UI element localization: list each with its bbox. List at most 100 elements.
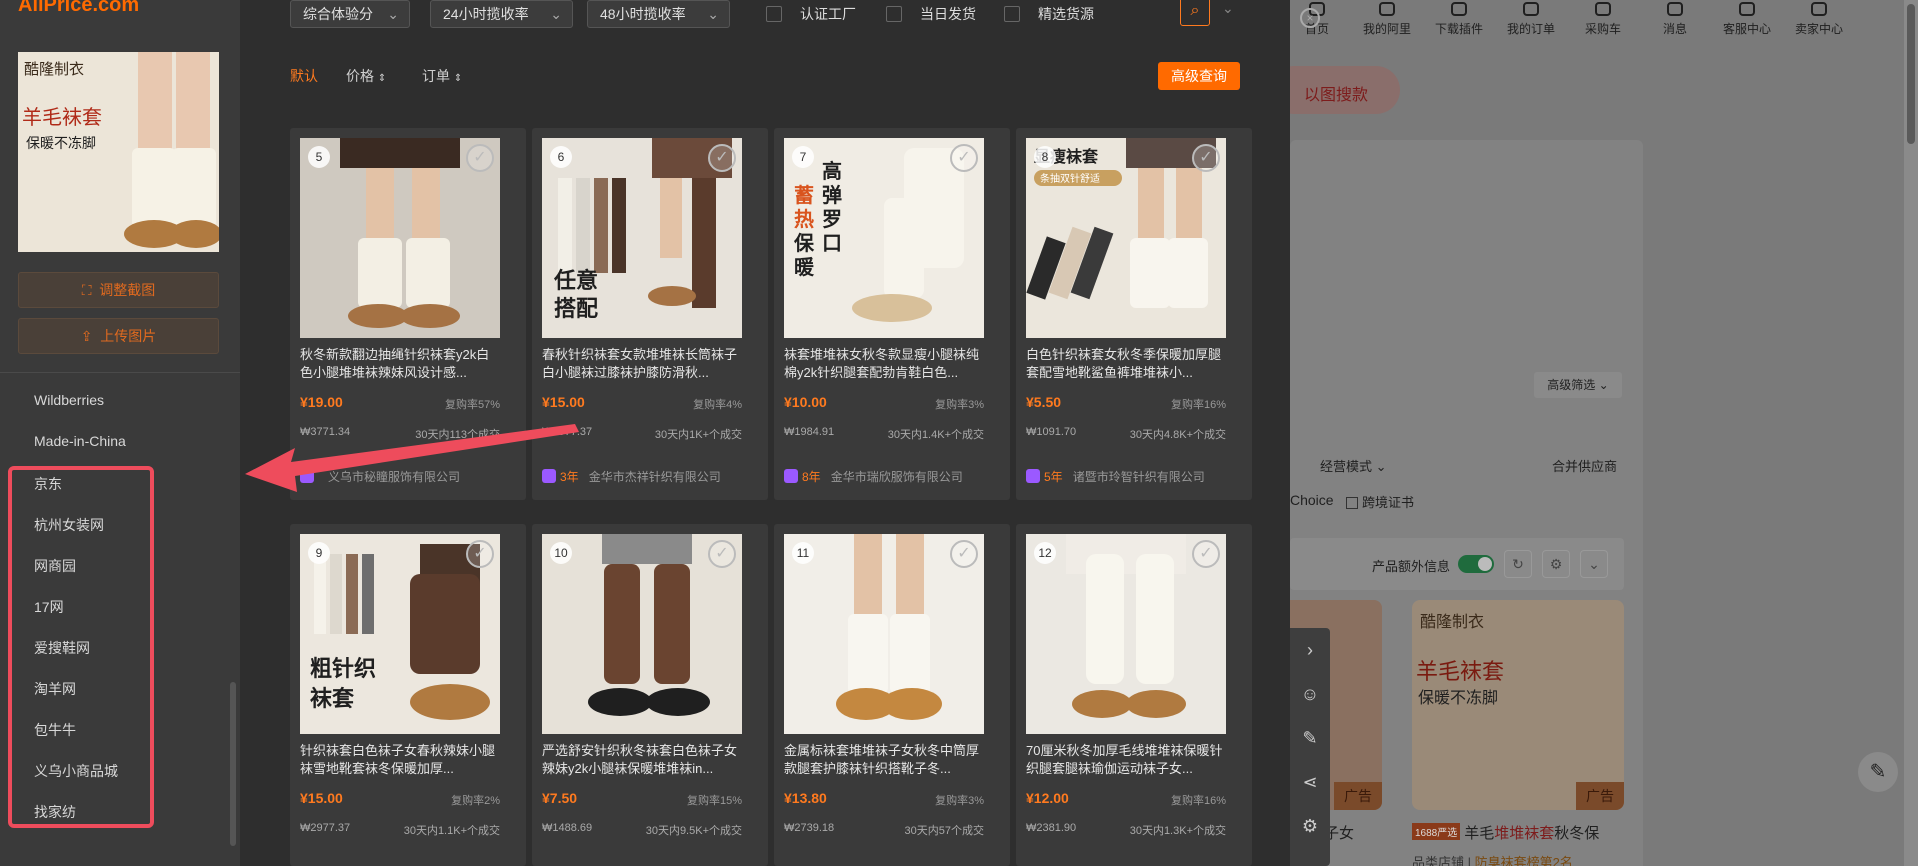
product-title[interactable]: 严选舒安针织秋冬袜套白色袜子女辣妹y2k小腿袜保暖堆堆袜in... bbox=[542, 742, 742, 778]
product-card[interactable]: 12 ✓ 70厘米秋冬加厚毛线堆堆袜保暖针织腿套腿袜瑜伽运动袜子女... ¥12… bbox=[1016, 524, 1252, 866]
choice-label: Choice bbox=[1290, 492, 1334, 508]
shop-line[interactable]: 8年 金华市瑞欣服饰有限公司 bbox=[784, 468, 963, 485]
nav-messages[interactable]: 消息 bbox=[1640, 0, 1710, 37]
product-image[interactable]: 粗针织 袜套 9 ✓ bbox=[300, 534, 500, 734]
select-check-icon[interactable]: ✓ bbox=[466, 540, 494, 568]
nav-my-orders[interactable]: 我的订单 bbox=[1496, 0, 1566, 37]
advanced-search-button[interactable]: 高级查询 bbox=[1158, 62, 1240, 90]
search-icon[interactable]: ⌕ bbox=[1180, 0, 1210, 26]
product-title[interactable]: 春秋针织袜套女款堆堆袜长筒袜子白小腿袜过膝袜护膝防滑秋... bbox=[542, 346, 742, 382]
product-price: ¥12.00 bbox=[1026, 790, 1069, 806]
image-text: 任意 bbox=[553, 268, 598, 294]
adjust-crop-button[interactable]: ⛶ 调整截图 bbox=[18, 272, 219, 308]
shop-line[interactable]: 5年 诸暨市玲智针织有限公司 bbox=[1026, 468, 1205, 485]
nav-label: 客服中心 bbox=[1722, 22, 1771, 36]
upload-image-button[interactable]: ⇪ 上传图片 bbox=[18, 318, 219, 354]
nav-my-alibaba[interactable]: 我的阿里 bbox=[1352, 0, 1422, 37]
product-card[interactable]: 显瘦袜套 条抽双针舒适 8 ✓ 白色针织袜套女秋冬季保暖加厚腿套配雪地靴鲨鱼裤堆… bbox=[1016, 128, 1252, 500]
image-search-button[interactable]: 以图搜款 bbox=[1290, 66, 1400, 114]
product-image[interactable]: 任意 搭配 6 ✓ bbox=[542, 138, 742, 338]
sameday-checkbox[interactable]: 当日发货 bbox=[886, 4, 976, 24]
product-card[interactable]: 10 ✓ 严选舒安针织秋冬袜套白色袜子女辣妹y2k小腿袜保暖堆堆袜in... ¥… bbox=[532, 524, 768, 866]
product-title[interactable]: 金属标袜套堆堆袜子女秋冬中筒厚款腿套护膝袜针织搭靴子冬... bbox=[784, 742, 984, 778]
checkbox[interactable] bbox=[1346, 497, 1358, 509]
select-check-icon[interactable]: ✓ bbox=[708, 540, 736, 568]
site-item[interactable]: Made-in-China bbox=[34, 433, 126, 449]
nav-seller[interactable]: 卖家中心 bbox=[1784, 0, 1854, 37]
chat-icon[interactable]: ☺ bbox=[1290, 672, 1330, 716]
sort-select[interactable]: 综合体验分 ⌄ bbox=[290, 0, 410, 28]
bg-product-image[interactable]: 酷隆制衣 羊毛袜套 保暖不冻脚 广告 bbox=[1412, 600, 1624, 810]
product-image[interactable]: 5 ✓ bbox=[300, 138, 500, 338]
title-text: 羊毛 bbox=[1464, 825, 1495, 842]
checkbox[interactable] bbox=[766, 6, 782, 22]
result-index: 9 bbox=[308, 542, 330, 564]
refresh-icon[interactable]: ↻ bbox=[1504, 550, 1532, 578]
image-text: 保 bbox=[793, 231, 815, 255]
product-card[interactable]: 粗针织 袜套 9 ✓ 针织袜套白色袜子女春秋辣妹小腿袜雪地靴套袜冬保暖加厚...… bbox=[290, 524, 526, 866]
product-image[interactable]: 11 ✓ bbox=[784, 534, 984, 734]
sidebar-scrollbar[interactable] bbox=[230, 682, 236, 846]
select-check-icon[interactable]: ✓ bbox=[950, 144, 978, 172]
nav-download-plugin[interactable]: 下载插件 bbox=[1424, 0, 1494, 37]
shop-name: 诸暨市玲智针织有限公司 bbox=[1072, 470, 1205, 484]
chevron-down-icon[interactable]: ⌄ bbox=[1580, 550, 1608, 578]
checkbox-label: 认证工厂 bbox=[800, 6, 856, 22]
result-index: 8 bbox=[1034, 146, 1056, 168]
yanxuan-badge: 1688严选 bbox=[1412, 823, 1461, 840]
select-check-icon[interactable]: ✓ bbox=[466, 144, 494, 172]
product-image[interactable]: 10 ✓ bbox=[542, 534, 742, 734]
sort-price[interactable]: 价格 ⇕ bbox=[346, 66, 386, 86]
product-title[interactable]: 针织袜套白色袜子女春秋辣妹小腿袜雪地靴套袜冬保暖加厚... bbox=[300, 742, 500, 778]
select-check-icon[interactable]: ✓ bbox=[1192, 540, 1220, 568]
edit-icon[interactable]: ✎ bbox=[1290, 716, 1330, 760]
share-icon[interactable]: ⋖ bbox=[1290, 760, 1330, 804]
rate48-select[interactable]: 48小时揽收率 ⌄ bbox=[587, 0, 730, 28]
select-check-icon[interactable]: ✓ bbox=[1192, 144, 1220, 172]
extra-info-toggle[interactable] bbox=[1458, 555, 1494, 573]
select-check-icon[interactable]: ✓ bbox=[950, 540, 978, 568]
checkbox[interactable] bbox=[1004, 6, 1020, 22]
nav-label: 卖家中心 bbox=[1794, 22, 1843, 36]
product-image[interactable]: 12 ✓ bbox=[1026, 534, 1226, 734]
scrollbar-thumb[interactable] bbox=[1907, 4, 1915, 144]
logo-text: AliPrice.com bbox=[18, 0, 140, 16]
product-card[interactable]: 高 弹 罗 口 蓄 热 保 暖 7 ✓ 袜套堆堆袜女秋冬款显瘦小腿袜纯棉y2k针… bbox=[774, 128, 1010, 500]
product-title[interactable]: 袜套堆堆袜女秋冬款显瘦小腿袜纯棉y2k针织腿套配勃肯鞋白色... bbox=[784, 346, 984, 382]
business-mode-dropdown[interactable]: 经营模式 ⌄ bbox=[1320, 456, 1387, 475]
bg-product-title[interactable]: 1688严选 羊毛堆堆袜套秋冬保 bbox=[1412, 822, 1599, 843]
product-image[interactable]: 显瘦袜套 条抽双针舒适 8 ✓ bbox=[1026, 138, 1226, 338]
factory-checkbox[interactable]: 认证工厂 bbox=[766, 4, 856, 24]
product-image[interactable]: 高 弹 罗 口 蓄 热 保 暖 7 ✓ bbox=[784, 138, 984, 338]
feedback-edit-icon[interactable]: ✎ bbox=[1858, 752, 1898, 792]
product-title[interactable]: 70厘米秋冬加厚毛线堆堆袜保暖针织腿套腿袜瑜伽运动袜子女... bbox=[1026, 742, 1226, 778]
sort-orders[interactable]: 订单 ⇕ bbox=[422, 66, 462, 86]
close-panel-icon[interactable]: × bbox=[1300, 8, 1320, 28]
select-check-icon[interactable]: ✓ bbox=[708, 144, 736, 172]
gmv-value: ₩1091.70 bbox=[1026, 426, 1077, 438]
sort-default[interactable]: 默认 bbox=[290, 66, 318, 86]
nav-cart[interactable]: 采购车 bbox=[1568, 0, 1638, 37]
checkbox-label: 当日发货 bbox=[920, 6, 976, 22]
cross-border-filter[interactable]: 跨境证书 bbox=[1346, 492, 1414, 511]
choice-filter[interactable]: Choice bbox=[1290, 492, 1334, 508]
crop-icon: ⛶ bbox=[81, 282, 92, 298]
product-price: ¥15.00 bbox=[542, 394, 585, 410]
sort-arrows-icon: ⇕ bbox=[453, 73, 463, 84]
settings-icon[interactable]: ⚙ bbox=[1290, 804, 1330, 848]
product-title[interactable]: 秋冬新款翻边抽绳针织袜套y2k白色小腿堆堆袜辣妹风设计感... bbox=[300, 346, 500, 382]
product-title[interactable]: 白色针织袜套女秋冬季保暖加厚腿套配雪地靴鲨鱼裤堆堆袜小... bbox=[1026, 346, 1226, 382]
product-card[interactable]: 11 ✓ 金属标袜套堆堆袜子女秋冬中筒厚款腿套护膝袜针织搭靴子冬... ¥13.… bbox=[774, 524, 1010, 866]
product-price: ¥19.00 bbox=[300, 394, 343, 410]
advanced-filter-button[interactable]: 高级筛选 ⌄ bbox=[1534, 372, 1622, 398]
page-scrollbar[interactable] bbox=[1904, 0, 1918, 866]
gear-icon[interactable]: ⚙ bbox=[1542, 550, 1570, 578]
chevron-down-icon[interactable]: ⌄ bbox=[1222, 0, 1234, 17]
site-item[interactable]: Wildberries bbox=[34, 392, 104, 408]
nav-service[interactable]: 客服中心 bbox=[1712, 0, 1782, 37]
merge-suppliers-toggle[interactable]: 合并供应商 bbox=[1552, 456, 1617, 475]
checkbox[interactable] bbox=[886, 6, 902, 22]
rate24-select[interactable]: 24小时揽收率 ⌄ bbox=[430, 0, 573, 28]
select-source-checkbox[interactable]: 精选货源 bbox=[1004, 4, 1094, 24]
chevron-right-icon[interactable]: › bbox=[1290, 628, 1330, 672]
